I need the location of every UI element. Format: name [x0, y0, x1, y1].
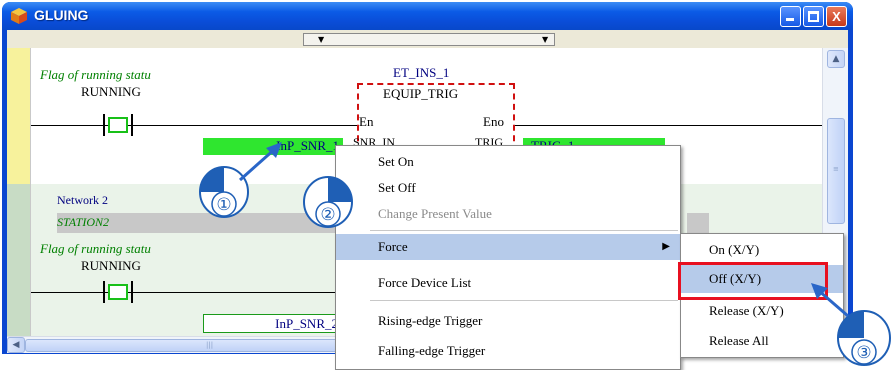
- rung-wire: [31, 125, 361, 126]
- step1-pointer-arrow: [239, 142, 282, 182]
- step3-pointer-arrow: [811, 283, 849, 318]
- scroll-up-icon[interactable]: ▲: [827, 50, 845, 68]
- rung-wire-right: [515, 125, 822, 126]
- input-variable-2[interactable]: InP_SNR_2: [203, 314, 343, 333]
- network2-station: STATION2: [57, 215, 110, 229]
- step3-number: ③: [856, 343, 871, 363]
- menu-change-present-value[interactable]: Change Present Value: [336, 201, 680, 227]
- grip-icon: ≡: [833, 165, 839, 173]
- running-contact[interactable]: [108, 117, 128, 133]
- app-cube-icon: [11, 8, 27, 24]
- submenu-release-all[interactable]: Release All: [681, 327, 843, 355]
- maximize-button[interactable]: [803, 6, 824, 27]
- network1-comment: Flag of running statu: [40, 67, 151, 82]
- chevron-down-icon: ▼: [542, 35, 549, 44]
- menu-force[interactable]: Force ▶: [336, 234, 680, 260]
- network2-label: Network 2: [57, 193, 108, 207]
- menu-separator: [370, 230, 678, 231]
- highlight-callout-frame: [678, 262, 828, 300]
- step1-number: ①: [216, 195, 231, 215]
- network1-rail: [7, 48, 31, 184]
- fb-type-name: EQUIP_TRIG: [383, 86, 459, 101]
- menu-falling-edge-trigger[interactable]: Falling-edge Trigger: [336, 338, 680, 364]
- mouse-step2-icon: ②: [303, 176, 353, 228]
- network2-comment: Flag of running statu: [40, 241, 151, 256]
- menu-rising-edge-trigger[interactable]: Rising-edge Trigger: [336, 308, 680, 334]
- network2-contact-label: RUNNING: [81, 258, 141, 273]
- submenu-arrow-icon: ▶: [662, 241, 670, 252]
- rung-wire-2: [31, 292, 361, 293]
- network1-contact-label: RUNNING: [81, 84, 141, 99]
- contact2-right-bar: [131, 281, 133, 303]
- menu-set-off[interactable]: Set Off: [336, 175, 680, 201]
- scroll-left-icon[interactable]: ◀: [7, 337, 25, 353]
- network2-rail: [7, 184, 31, 336]
- menu-force-device-list[interactable]: Force Device List: [336, 270, 680, 296]
- context-menu: Set On Set Off Change Present Value Forc…: [335, 145, 681, 370]
- vertical-scroll-thumb[interactable]: ≡: [827, 118, 845, 224]
- title-bar[interactable]: GLUING X: [2, 2, 853, 30]
- submenu-on-xy[interactable]: On (X/Y): [681, 236, 843, 264]
- menu-separator: [370, 300, 678, 301]
- station-label-bar-end: [687, 213, 709, 233]
- minimize-button[interactable]: [780, 6, 801, 27]
- contact-right-bar: [131, 114, 133, 136]
- fb-pin-eno: Eno: [483, 114, 504, 129]
- close-button[interactable]: X: [826, 6, 847, 27]
- running-contact-2[interactable]: [108, 284, 128, 300]
- network-selector[interactable]: ▼ ▼: [303, 33, 555, 46]
- fb-instance-name: ET_INS_1: [393, 65, 450, 80]
- fb-pin-en: En: [359, 114, 374, 129]
- menu-set-on[interactable]: Set On: [336, 149, 680, 175]
- contact-left-bar: [103, 114, 105, 136]
- grip-icon: |||: [206, 341, 214, 349]
- window-title: GLUING: [34, 7, 89, 23]
- maximize-icon: [808, 11, 819, 22]
- menu-force-label: Force: [378, 239, 408, 254]
- contact2-left-bar: [103, 281, 105, 303]
- chevron-down-icon: ▼: [318, 35, 325, 44]
- step2-number: ②: [320, 205, 335, 225]
- minimize-icon: [786, 18, 794, 21]
